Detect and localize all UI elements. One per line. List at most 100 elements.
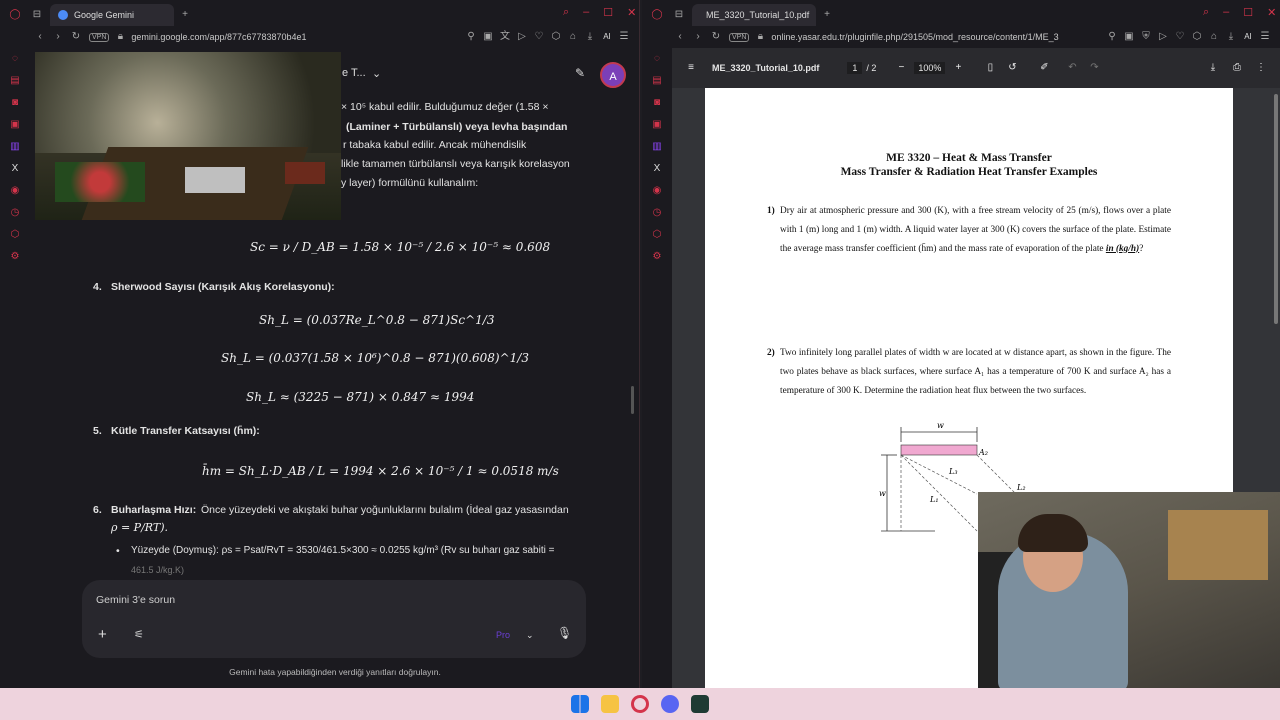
menu-icon[interactable]: ☰ [1258,30,1272,44]
translate-icon[interactable]: 文 [498,30,512,44]
discord-icon[interactable] [661,695,679,713]
new-chat-icon[interactable]: ✎ [575,66,585,80]
forward-icon[interactable]: › [691,30,705,44]
label-w-top: w [937,421,944,430]
reload-icon[interactable]: ↻ [69,30,83,44]
discord-icon[interactable]: ▣ [650,118,664,132]
vpn-badge[interactable]: VPN [729,32,750,42]
rotate-icon[interactable]: ↺ [1005,61,1019,75]
maximize-icon[interactable]: ☐ [603,6,613,19]
close-icon[interactable]: ✕ [627,6,636,19]
tab-gemini[interactable]: Google Gemini [50,3,174,26]
messenger-icon[interactable]: ◙ [650,96,664,110]
model-selector[interactable]: Pro [496,630,510,640]
x-icon[interactable]: X [650,162,664,176]
add-icon[interactable]: + [98,626,107,643]
shield-icon[interactable]: ⛨ [1139,30,1153,44]
hamburger-icon[interactable]: ≡ [684,61,698,75]
chevron-down-icon[interactable]: ⌄ [372,67,381,80]
bag-icon[interactable]: ▤ [650,74,664,88]
new-tab-icon[interactable]: + [820,8,834,22]
microphone-icon[interactable]: 🎙︎ [557,626,572,640]
history-icon[interactable]: ◷ [650,206,664,220]
discord-icon[interactable]: ▣ [8,118,22,132]
download-icon[interactable]: ⤓ [583,30,597,44]
prompt-composer[interactable]: Gemini 3'e sorun + ⚟ Pro ⌄ 🎙︎ [82,580,586,658]
ai-sidebar-icon[interactable]: ◌ [650,52,664,66]
vpn-badge[interactable]: VPN [89,32,110,42]
profile-icon[interactable]: ⌂ [566,30,580,44]
scrollbar[interactable] [631,386,634,414]
chevron-down-icon[interactable]: ⌄ [526,630,534,641]
url-text[interactable]: online.yasar.edu.tr/pluginfile.php/29150… [771,32,1058,42]
prompt-input[interactable]: Gemini 3'e sorun [96,594,175,606]
opera-logo-icon[interactable]: ◯ [650,8,664,22]
avatar[interactable]: A [600,62,626,88]
heart-icon[interactable]: ♡ [1173,30,1187,44]
player-icon[interactable]: ◉ [650,184,664,198]
extensions-sidebar-icon[interactable]: ⬡ [8,228,22,242]
extensions-sidebar-icon[interactable]: ⬡ [650,228,664,242]
sidebar: ◌ ▤ ◙ ▣ ▥ X ◉ ◷ ⬡ ⚙ [642,48,672,688]
download-icon[interactable]: ⤓ [1224,30,1238,44]
back-icon[interactable]: ‹ [673,30,687,44]
fit-page-icon[interactable]: ▯ [983,61,997,75]
send-icon[interactable]: ▷ [1156,30,1170,44]
zoom-level[interactable]: 100% [914,62,946,74]
extensions-icon[interactable]: ⬡ [549,30,563,44]
zoom-in-icon[interactable]: + [951,61,965,75]
windows-start-icon[interactable] [571,695,589,713]
x-icon[interactable]: X [8,162,22,176]
chat-title[interactable]: e T... [342,67,366,79]
ai-icon[interactable]: AI [1241,30,1255,44]
new-tab-icon[interactable]: + [178,8,192,22]
opera-logo-icon[interactable]: ◯ [8,8,22,22]
undo-icon[interactable]: ↶ [1065,61,1079,75]
url-text[interactable]: gemini.google.com/app/877c67783870b4e1 [131,32,306,42]
page-number-input[interactable]: 1 [847,62,863,74]
app-icon[interactable] [691,695,709,713]
forward-icon[interactable]: › [51,30,65,44]
heart-icon[interactable]: ♡ [532,30,546,44]
ai-sidebar-icon[interactable]: ◌ [8,52,22,66]
snapshot-icon[interactable]: ▣ [1122,30,1136,44]
maximize-icon[interactable]: ☐ [1243,6,1253,19]
reload-icon[interactable]: ↻ [709,30,723,44]
bag-icon[interactable]: ▤ [8,74,22,88]
extensions-icon[interactable]: ⬡ [1190,30,1204,44]
print-icon[interactable]: ⎙ [1230,61,1244,75]
close-icon[interactable]: ✕ [1267,6,1276,19]
video-overlay[interactable] [35,52,341,220]
settings-icon[interactable]: ⚙ [650,250,664,264]
minimize-icon[interactable]: – [1223,6,1229,19]
messenger-icon[interactable]: ◙ [8,96,22,110]
menu-icon[interactable]: ☰ [617,30,631,44]
settings-icon[interactable]: ⚙ [8,250,22,264]
file-explorer-icon[interactable] [601,695,619,713]
history-icon[interactable]: ◷ [8,206,22,220]
profile-icon[interactable]: ⌂ [1207,30,1221,44]
pdf-scrollbar[interactable] [1274,94,1278,324]
ai-icon[interactable]: AI [600,30,614,44]
pin-icon[interactable]: ⚲ [464,30,478,44]
back-icon[interactable]: ‹ [33,30,47,44]
search-icon[interactable]: ⌕ [1203,6,1209,19]
opera-gx-icon[interactable] [631,695,649,713]
tab-menu-icon[interactable]: ⊟ [30,8,44,22]
twitch-icon[interactable]: ▥ [8,140,22,154]
tab-pdf[interactable]: ME_3320_Tutorial_10.pdf [692,3,816,26]
redo-icon[interactable]: ↷ [1087,61,1101,75]
snapshot-icon[interactable]: ▣ [481,30,495,44]
search-icon[interactable]: ⌕ [563,6,569,19]
annotate-icon[interactable]: ✐ [1037,61,1051,75]
tools-icon[interactable]: ⚟ [134,628,144,641]
tab-menu-icon[interactable]: ⊟ [672,8,686,22]
minimize-icon[interactable]: – [583,6,589,19]
send-icon[interactable]: ▷ [515,30,529,44]
player-icon[interactable]: ◉ [8,184,22,198]
pin-icon[interactable]: ⚲ [1105,30,1119,44]
more-icon[interactable]: ⋮ [1254,61,1268,75]
download-pdf-icon[interactable]: ⤓ [1206,61,1220,75]
twitch-icon[interactable]: ▥ [650,140,664,154]
zoom-out-icon[interactable]: − [894,61,908,75]
